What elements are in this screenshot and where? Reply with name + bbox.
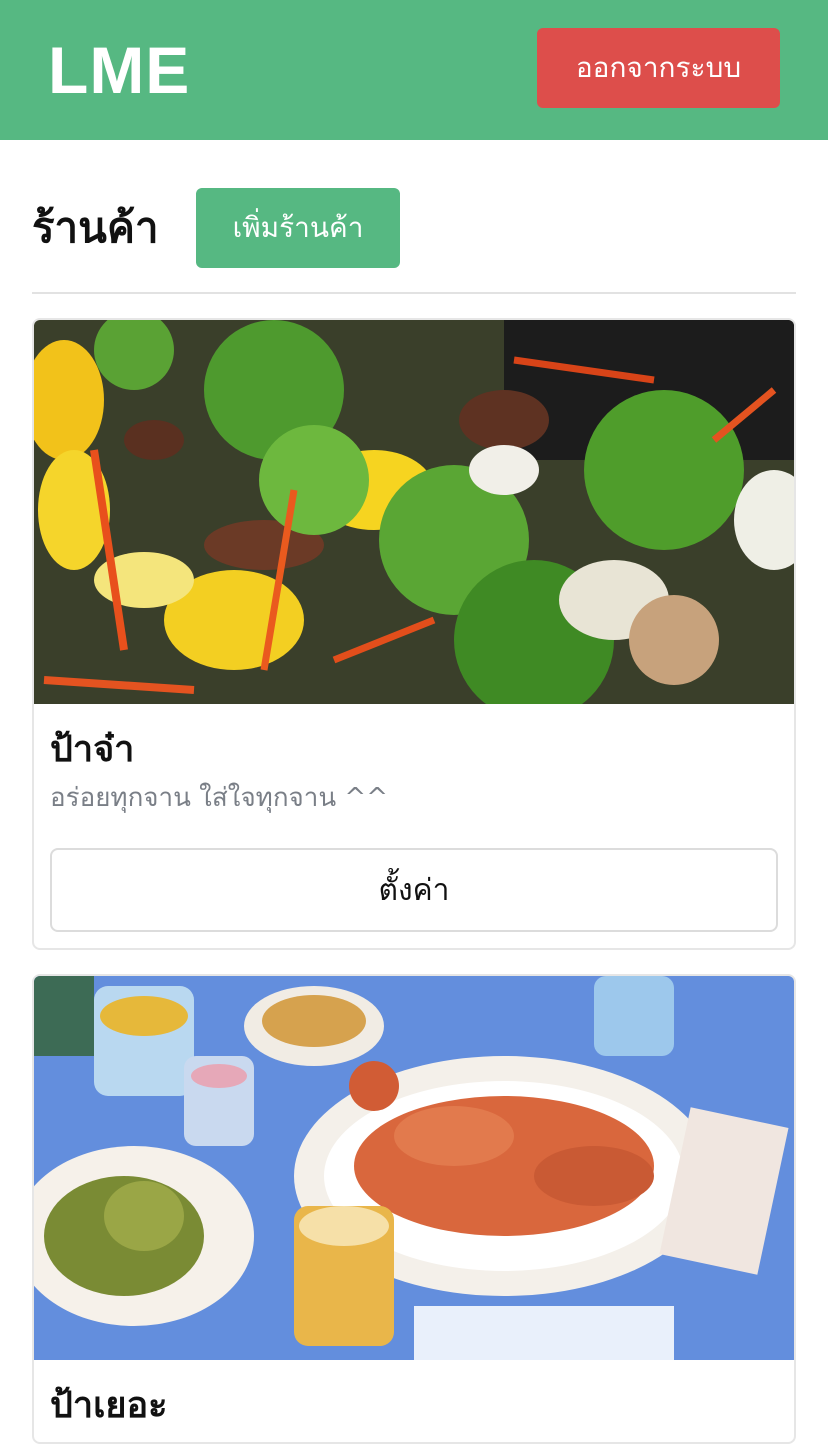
- shop-description: อร่อยทุกจาน ใส่ใจทุกจาน ^^: [50, 783, 388, 813]
- navbar: LME ออกจากระบบ: [0, 0, 828, 140]
- shop-card: ป้าเยอะ: [32, 974, 796, 1444]
- add-shop-button[interactable]: เพิ่มร้านค้า: [196, 188, 400, 268]
- shop-image: [34, 976, 794, 1360]
- divider: [32, 292, 796, 294]
- shop-card: ป้าจ๋า อร่อยทุกจาน ใส่ใจทุกจาน ^^ ตั้งค่…: [32, 318, 796, 950]
- page-title: ร้านค้า: [32, 203, 159, 252]
- shop-name: ป้าเยอะ: [50, 1385, 168, 1426]
- logout-button[interactable]: ออกจากระบบ: [537, 28, 780, 108]
- brand-logo[interactable]: LME: [48, 28, 190, 112]
- shop-image: [34, 320, 794, 704]
- shop-settings-button[interactable]: ตั้งค่า: [50, 848, 778, 932]
- shop-name: ป้าจ๋า: [50, 729, 135, 770]
